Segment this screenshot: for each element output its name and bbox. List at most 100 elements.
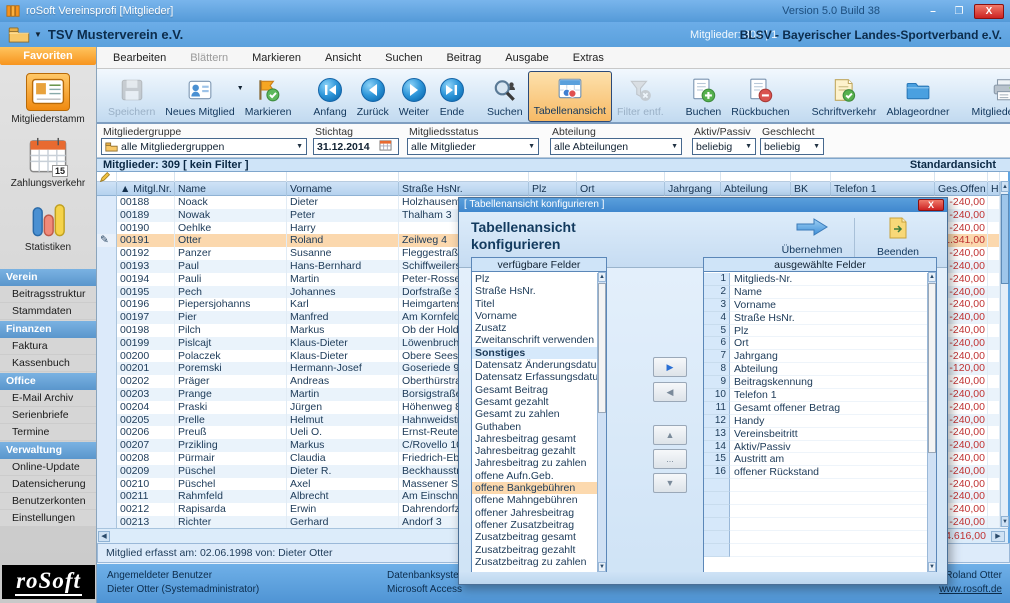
available-field-item[interactable]: offene Aufn.Geb. bbox=[472, 470, 597, 482]
available-field-item[interactable]: Jahresbeitrag gesamt bbox=[472, 433, 597, 445]
column-header-mitglnr[interactable]: ▲ Mitgl.Nr. bbox=[117, 182, 175, 196]
available-field-item[interactable]: offene Bankgebühren bbox=[472, 482, 597, 494]
sidebar-item-serienbriefe[interactable]: Serienbriefe bbox=[0, 407, 96, 424]
column-header-telefon1[interactable]: Telefon 1 bbox=[831, 182, 935, 196]
sidebar-item-statistiken[interactable]: Statistiken bbox=[0, 193, 96, 257]
chevron-down-icon[interactable]: ▼ bbox=[809, 143, 820, 150]
website-link[interactable]: www.rosoft.de bbox=[913, 583, 1002, 597]
toolbar-button-ablageordner[interactable]: Ablageordner bbox=[881, 71, 954, 122]
column-header-handy[interactable]: Handy bbox=[988, 182, 1000, 196]
toolbar-button-schriftverkehr[interactable]: Schriftverkehr bbox=[807, 71, 882, 122]
available-field-item[interactable]: Zusatzbeitrag gesamt bbox=[472, 531, 597, 543]
menu-ansicht[interactable]: Ansicht bbox=[325, 52, 361, 64]
toolbar-button-tabellenansicht[interactable]: Tabellenansicht bbox=[528, 71, 612, 122]
available-field-item[interactable]: Gesamt Beitrag bbox=[472, 384, 597, 396]
menu-bearbeiten[interactable]: Bearbeiten bbox=[113, 52, 166, 64]
available-field-item[interactable]: Titel bbox=[472, 298, 597, 310]
available-fields-list[interactable]: verfügbare Felder PlzStraße HsNr.TitelVo… bbox=[471, 257, 607, 573]
column-header-ort[interactable]: Ort bbox=[577, 182, 665, 196]
column-header-jahrgang[interactable]: Jahrgang bbox=[665, 182, 721, 196]
toolbar-button-weiter[interactable]: Weiter bbox=[394, 71, 434, 122]
selected-field-row[interactable]: 3Vorname bbox=[704, 299, 927, 312]
selected-field-row[interactable]: 14Aktiv/Passiv bbox=[704, 441, 927, 454]
filter-abteilung-select[interactable]: alle Abteilungen▼ bbox=[550, 138, 682, 155]
column-header-selector[interactable] bbox=[97, 182, 117, 196]
sidebar-section-verein[interactable]: Verein bbox=[0, 269, 96, 286]
selected-field-row[interactable]: 4Straße HsNr. bbox=[704, 312, 927, 325]
hscroll-left-icon[interactable]: ◀ bbox=[98, 531, 110, 542]
available-field-item[interactable]: Gesamt zu zahlen bbox=[472, 408, 597, 420]
available-field-item[interactable]: Zusatz bbox=[472, 322, 597, 334]
available-field-item[interactable]: Vorname bbox=[472, 310, 597, 322]
available-field-item[interactable]: Datensatz Änderungsdatum bbox=[472, 359, 597, 371]
toolbar-button-buchen[interactable]: Buchen bbox=[681, 71, 727, 122]
move-right-button[interactable]: ▶ bbox=[653, 357, 687, 377]
filter-mitgliedergruppe-select[interactable]: alle Mitgliedergruppen▼ bbox=[101, 138, 307, 155]
sidebar-item-termine[interactable]: Termine bbox=[0, 424, 96, 441]
sidebar-item-e-mail-archiv[interactable]: E-Mail Archiv bbox=[0, 390, 96, 407]
selected-fields-list[interactable]: ausgewählte Felder 1Mitglieds-Nr.2Name3V… bbox=[703, 257, 937, 573]
available-field-item[interactable]: Plz bbox=[472, 273, 597, 285]
sidebar-item-kassenbuch[interactable]: Kassenbuch bbox=[0, 355, 96, 372]
sidebar-item-zahlungsverkehr[interactable]: 15Zahlungsverkehr bbox=[0, 129, 96, 193]
selected-field-row[interactable]: 15Austritt am bbox=[704, 453, 927, 466]
selected-field-row[interactable]: 5Plz bbox=[704, 325, 927, 338]
filter-stichtag-input[interactable]: 31.12.2014 bbox=[313, 138, 399, 155]
available-field-item[interactable]: Datensatz Erfassungsdatum bbox=[472, 371, 597, 383]
close-button[interactable]: X bbox=[974, 4, 1004, 19]
filter-aktiv-passiv-select[interactable]: beliebig▼ bbox=[692, 138, 756, 155]
sidebar-item-mitgliederstamm[interactable]: Mitgliederstamm bbox=[0, 65, 96, 129]
sidebar-section-verwaltung[interactable]: Verwaltung bbox=[0, 442, 96, 459]
filter-geschlecht-select[interactable]: beliebig▼ bbox=[760, 138, 824, 155]
column-header-plz[interactable]: Plz bbox=[529, 182, 577, 196]
sidebar-item-faktura[interactable]: Faktura bbox=[0, 338, 96, 355]
menu-beitrag[interactable]: Beitrag bbox=[446, 52, 481, 64]
available-field-item[interactable]: Sonstiges bbox=[472, 347, 597, 359]
column-header-bk[interactable]: BK bbox=[791, 182, 831, 196]
filter-mitgliedsstatus-select[interactable]: alle Mitglieder▼ bbox=[407, 138, 539, 155]
chevron-down-icon[interactable]: ▼ bbox=[667, 143, 678, 150]
available-field-item[interactable]: Jahresbeitrag zu zahlen bbox=[472, 457, 597, 469]
toolbar-button-markieren[interactable]: Markieren bbox=[240, 71, 297, 122]
club-folder-icon[interactable] bbox=[8, 27, 30, 43]
available-field-item[interactable]: Zusatzbeitrag gezahlt bbox=[472, 544, 597, 556]
selected-field-row[interactable]: 8Abteilung bbox=[704, 363, 927, 376]
toolbar-button-zurueck[interactable]: Zurück bbox=[352, 71, 394, 122]
scroll-down-icon[interactable]: ▼ bbox=[598, 562, 606, 572]
sidebar-item-stammdaten[interactable]: Stammdaten bbox=[0, 303, 96, 320]
column-header-name[interactable]: Name bbox=[175, 182, 287, 196]
scrollbar-thumb[interactable] bbox=[928, 283, 936, 453]
selected-field-row[interactable]: 7Jahrgang bbox=[704, 350, 927, 363]
sidebar-item-datensicherung[interactable]: Datensicherung bbox=[0, 476, 96, 493]
minimize-button[interactable]: – bbox=[922, 4, 944, 19]
toolbar-button-anfang[interactable]: Anfang bbox=[308, 71, 351, 122]
toolbar-button-ende[interactable]: Ende bbox=[434, 71, 470, 122]
selected-scrollbar[interactable]: ▲ ▼ bbox=[927, 273, 936, 572]
scroll-up-icon[interactable]: ▲ bbox=[1001, 181, 1009, 192]
maximize-button[interactable]: ❐ bbox=[948, 4, 970, 19]
scroll-up-icon[interactable]: ▲ bbox=[928, 272, 936, 282]
club-dropdown-caret[interactable]: ▼ bbox=[34, 30, 42, 39]
menu-extras[interactable]: Extras bbox=[573, 52, 604, 64]
toolbar-button-rueckbuchen[interactable]: Rückbuchen bbox=[726, 71, 794, 122]
toolbar-button-suchen[interactable]: Suchen bbox=[482, 71, 528, 122]
chevron-down-icon[interactable]: ▼ bbox=[524, 143, 535, 150]
available-field-item[interactable]: Jahresbeitrag gezahlt bbox=[472, 445, 597, 457]
scroll-down-icon[interactable]: ▼ bbox=[1001, 516, 1009, 527]
toolbar-button-mitgliederliste[interactable]: Mitgliederliste▼ bbox=[966, 71, 1010, 122]
hscroll-right-icon[interactable]: ▶ bbox=[991, 531, 1005, 542]
chevron-down-icon[interactable]: ▼ bbox=[292, 143, 303, 150]
apply-button[interactable]: Übernehmen bbox=[777, 216, 847, 256]
available-field-item[interactable]: Zusatzbeitrag zu zahlen bbox=[472, 556, 597, 568]
selected-field-row[interactable]: 9Beitragskennung bbox=[704, 376, 927, 389]
available-scrollbar[interactable]: ▲ ▼ bbox=[597, 273, 606, 572]
selected-field-row[interactable]: 1Mitglieds-Nr. bbox=[704, 273, 927, 286]
scroll-up-icon[interactable]: ▲ bbox=[598, 272, 606, 282]
selected-field-row[interactable]: 12Handy bbox=[704, 415, 927, 428]
available-field-item[interactable]: offener Zusatzbeitrag bbox=[472, 519, 597, 531]
selected-field-row[interactable]: 6Ort bbox=[704, 337, 927, 350]
column-header-strasse[interactable]: Straße HsNr. bbox=[399, 182, 529, 196]
available-field-item[interactable]: Zweitanschrift verwenden bbox=[472, 334, 597, 346]
table-filter-row[interactable] bbox=[97, 172, 1008, 182]
available-field-item[interactable]: Straße HsNr. bbox=[472, 285, 597, 297]
